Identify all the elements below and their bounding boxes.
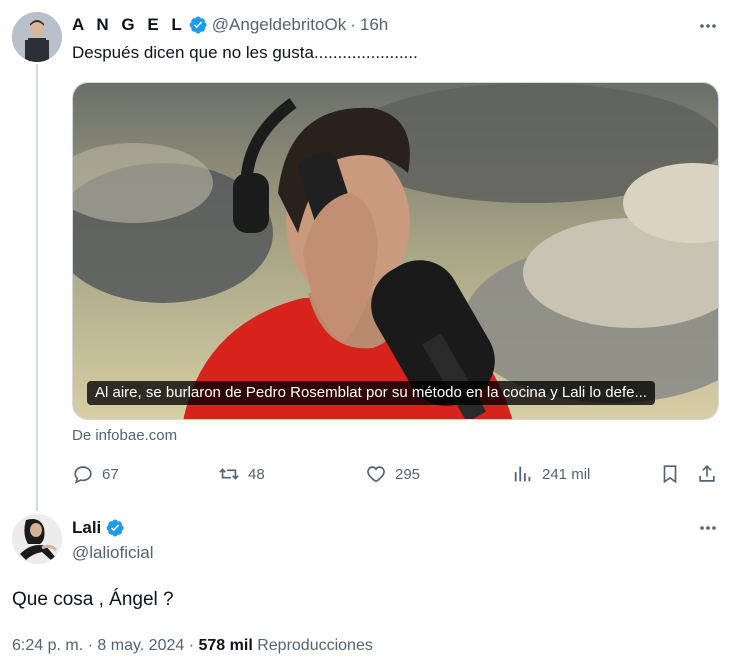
media-image [73, 83, 718, 419]
reply-views-label: Reproducciones [257, 637, 373, 654]
retweet-button[interactable]: 48 [218, 461, 265, 487]
reply-text: Que cosa , Ángel ? [12, 589, 174, 610]
reply-button[interactable]: 67 [72, 461, 119, 487]
bookmark-icon [663, 465, 677, 484]
separator-dot: · [188, 637, 199, 654]
tweet-timestamp[interactable]: 16h [360, 15, 388, 35]
avatar-photo [12, 514, 62, 564]
reply-author-handle[interactable]: @lalioficial [72, 542, 154, 564]
like-count: 295 [395, 465, 421, 483]
action-bar: 67 48 295 241 mil [72, 461, 719, 487]
reply-time[interactable]: 6:24 p. m. [12, 637, 83, 654]
author-handle[interactable]: @AngeldebritoOk [212, 15, 346, 35]
bookmark-button[interactable] [659, 461, 681, 487]
tweet-text: Después dicen que no les gusta..........… [72, 43, 418, 62]
avatar-photo [12, 12, 62, 62]
reply-header: Lali [72, 518, 129, 538]
avatar[interactable] [12, 514, 62, 564]
avatar[interactable] [12, 12, 62, 62]
share-icon [699, 465, 715, 482]
media-caption: Al aire, se burlaron de Pedro Rosemblat … [87, 381, 655, 405]
verified-badge-icon [105, 518, 125, 538]
more-icon [700, 526, 716, 530]
reply-views-count: 578 mil [198, 637, 253, 654]
like-icon [367, 466, 385, 483]
retweet-count: 48 [248, 465, 265, 483]
more-options-button[interactable] [696, 14, 720, 38]
reply-icon [74, 466, 92, 484]
views-icon [514, 466, 531, 482]
thread-connector-line [36, 64, 38, 511]
author-name[interactable]: A N G E L [72, 15, 186, 35]
more-icon [700, 24, 716, 28]
link-card-media[interactable]: Al aire, se burlaron de Pedro Rosemblat … [72, 82, 719, 420]
verified-badge-icon [188, 15, 208, 35]
views-count: 241 mil [542, 465, 591, 483]
reply-meta: 6:24 p. m. · 8 may. 2024 · 578 mil Repro… [12, 635, 373, 657]
tweet-header: A N G E L @AngeldebritoOk · 16h [72, 15, 388, 35]
separator-dot: · [350, 15, 356, 34]
reply-count: 67 [102, 465, 119, 483]
views-button[interactable]: 241 mil [512, 461, 590, 487]
link-source[interactable]: De infobae.com [72, 426, 177, 446]
like-button[interactable]: 295 [365, 461, 420, 487]
retweet-icon [219, 468, 239, 480]
reply-author-name[interactable]: Lali [72, 518, 101, 538]
share-button[interactable] [696, 461, 718, 487]
reply-date[interactable]: 8 may. 2024 [97, 637, 184, 654]
separator-dot: · [87, 637, 98, 654]
more-options-button[interactable] [696, 516, 720, 540]
